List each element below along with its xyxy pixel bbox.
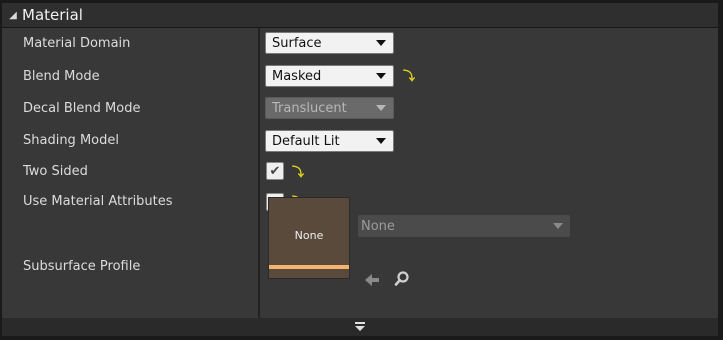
property-row-blend-mode: Blend Mode Masked ⤵ (2, 60, 718, 92)
property-label: Use Material Attributes (23, 194, 173, 209)
property-row-material-domain: Material Domain Surface (2, 28, 718, 60)
shading-model-dropdown[interactable]: Default Lit (265, 130, 394, 152)
expand-down-icon (355, 322, 365, 331)
property-label: Material Domain (23, 36, 131, 51)
back-arrow-icon[interactable] (363, 271, 381, 289)
dropdown-value: Default Lit (272, 133, 340, 149)
property-label: Two Sided (23, 164, 88, 179)
property-label: Blend Mode (23, 69, 100, 84)
material-domain-dropdown[interactable]: Surface (265, 32, 394, 54)
dropdown-value: Translucent (272, 100, 347, 116)
reset-to-default-icon[interactable]: ⤵ (292, 163, 304, 180)
thumbnail-color-bar (269, 265, 349, 269)
details-panel: ◢ Material Material Domain Surface Blend… (0, 0, 723, 340)
section-title: Material (22, 6, 83, 24)
triangle-down-icon[interactable]: ◢ (4, 3, 22, 27)
chevron-down-icon (553, 223, 563, 229)
blend-mode-dropdown[interactable]: Masked (265, 65, 394, 87)
advanced-properties-expander[interactable] (2, 318, 718, 336)
chevron-down-icon (376, 138, 386, 144)
asset-picker-value: None (361, 218, 395, 234)
section-body: Material Domain Surface Blend Mode Maske… (2, 28, 718, 318)
property-row-use-material-attributes: Use Material Attributes ✔ ⤵ (2, 186, 718, 216)
subsurface-profile-asset-picker[interactable]: None (358, 215, 570, 237)
chevron-down-icon (376, 73, 386, 79)
chevron-down-icon (376, 40, 386, 46)
property-label: Subsurface Profile (23, 259, 141, 274)
asset-thumbnail[interactable]: None (268, 197, 350, 279)
property-label: Decal Blend Mode (23, 101, 141, 116)
section-header-material[interactable]: ◢ Material (2, 3, 718, 28)
dropdown-value: Surface (272, 35, 322, 51)
property-row-decal-blend-mode: Decal Blend Mode Translucent (2, 92, 718, 124)
decal-blend-mode-dropdown: Translucent (265, 97, 394, 119)
reset-to-default-icon[interactable]: ⤵ (403, 67, 415, 84)
chevron-down-icon (376, 105, 386, 111)
thumbnail-label: None (294, 229, 324, 242)
property-label: Shading Model (23, 133, 119, 148)
property-row-two-sided: Two Sided ✔ ⤵ (2, 156, 718, 186)
dropdown-value: Masked (272, 68, 322, 84)
search-icon[interactable] (393, 270, 411, 288)
property-row-shading-model: Shading Model Default Lit (2, 124, 718, 156)
two-sided-checkbox[interactable]: ✔ (266, 162, 284, 180)
checkmark-icon: ✔ (269, 163, 281, 179)
